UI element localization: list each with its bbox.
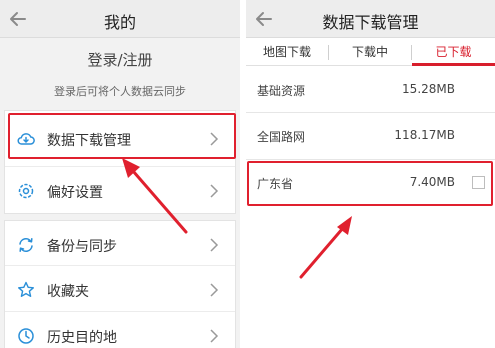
- red-arrow-annotation: [122, 158, 188, 234]
- red-arrow-annotation: [299, 216, 352, 279]
- my-page-screen: 我的 登录/注册 登录后可将个人数据云同步 数据下载管理 偏好设置 备份与同步 …: [0, 0, 240, 348]
- data-download-screen: 数据下载管理 地图下载 下载中 已下载 基础资源 15.28MB 全国路网 11…: [246, 0, 495, 348]
